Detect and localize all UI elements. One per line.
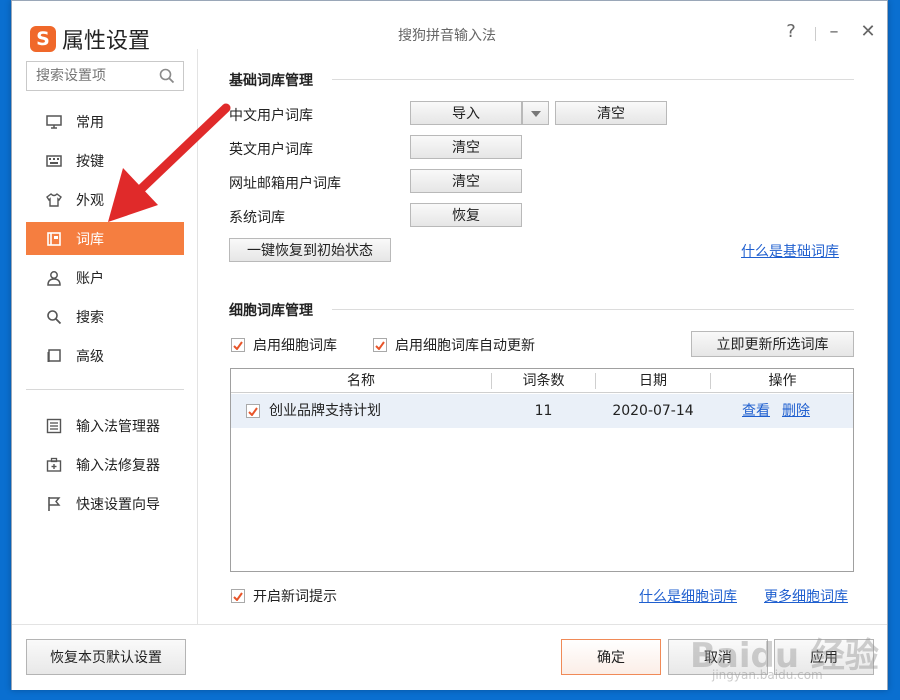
sidebar-tool-ime-repair[interactable]: 输入法修复器 [26,448,184,481]
search-icon[interactable] [159,68,175,88]
restore-all-button[interactable]: 一键恢复到初始状态 [229,238,391,262]
checkbox-label: 启用细胞词库 [253,338,337,354]
more-cell-dict-link[interactable]: 更多细胞词库 [764,586,848,606]
what-is-basic-dict-link[interactable]: 什么是基础词库 [741,241,839,261]
monitor-icon [46,114,62,130]
import-dropdown-button[interactable] [522,101,549,125]
baidu-watermark-url: jingyan.baidu.com [712,668,823,682]
cell-dict-table: 名称 词条数 日期 操作 创业品牌支持计划 11 2020-07-14 查看 删除 [230,368,854,572]
what-is-cell-dict-link[interactable]: 什么是细胞词库 [639,586,737,606]
cell-dictionary-section-title: 细胞词库管理 [229,303,313,319]
ok-button[interactable]: 确定 [561,639,661,675]
import-button[interactable]: 导入 [410,101,522,125]
titlebar-separator [815,27,816,41]
checkmark-icon [373,338,387,352]
keyboard-icon [46,153,62,169]
checkmark-icon [231,338,245,352]
checkbox-label: 开启新词提示 [253,589,337,605]
app-name: 搜狗拼音输入法 [398,28,496,44]
sidebar-item-dictionary[interactable]: 词库 [26,222,184,255]
url-email-dict-label: 网址邮箱用户词库 [229,176,341,192]
chinese-user-dict-label: 中文用户词库 [229,108,313,124]
delete-link[interactable]: 删除 [782,403,810,419]
auto-update-checkbox[interactable]: 启用细胞词库自动更新 [373,335,535,355]
restore-system-dict-button[interactable]: 恢复 [410,203,522,227]
checkbox-label: 启用细胞词库自动更新 [395,338,535,354]
book-icon [46,231,62,247]
clear-chinese-dict-button[interactable]: 清空 [555,101,667,125]
dict-count: 11 [534,403,553,419]
dict-name: 创业品牌支持计划 [269,403,381,419]
settings-search[interactable] [26,61,184,91]
search-input[interactable] [27,62,147,90]
close-button[interactable]: ✕ [857,21,879,43]
dictionary-settings-panel: 基础词库管理 中文用户词库 导入 清空 英文用户词库 清空 网址邮箱用户词库 清… [198,49,888,624]
flag-icon [46,496,62,512]
sidebar-item-label: 输入法管理器 [76,418,160,435]
sidebar-item-label: 常用 [76,114,104,131]
chevron-down-icon [530,105,541,121]
sidebar-item-advanced[interactable]: 高级 [26,339,184,372]
checkmark-icon [231,589,245,603]
table-header: 名称 词条数 日期 操作 [231,369,853,393]
sidebar-item-appearance[interactable]: 外观 [26,183,184,216]
sidebar-item-label: 搜索 [76,309,104,326]
table-row[interactable]: 创业品牌支持计划 11 2020-07-14 查看 删除 [231,394,853,428]
english-user-dict-label: 英文用户词库 [229,142,313,158]
dict-date: 2020-07-14 [612,403,694,419]
row-checkbox[interactable] [246,394,268,428]
sidebar-divider [26,389,184,390]
column-header-actions: 操作 [768,373,797,389]
view-link[interactable]: 查看 [742,403,770,419]
sidebar-item-keys[interactable]: 按键 [26,144,184,177]
user-icon [46,270,62,286]
section-divider [332,79,854,80]
column-header-date[interactable]: 日期 [596,369,710,393]
sidebar: 常用 按键 外观 词库 账户 搜索 高级 输入法管理器 [12,49,198,624]
sidebar-item-label: 账户 [76,270,104,287]
sidebar-item-label: 词库 [76,231,104,248]
column-header-name[interactable]: 名称 [231,369,491,393]
clear-url-dict-button[interactable]: 清空 [410,169,522,193]
update-selected-button[interactable]: 立即更新所选词库 [691,331,854,357]
sidebar-item-account[interactable]: 账户 [26,261,184,294]
sidebar-tool-ime-manager[interactable]: 输入法管理器 [26,409,184,442]
row-actions: 查看 删除 [742,394,822,428]
square-icon [46,348,62,364]
shirt-icon [46,192,62,208]
basic-dictionary-section-title: 基础词库管理 [229,73,313,89]
clear-english-dict-button[interactable]: 清空 [410,135,522,159]
sidebar-tool-setup-wizard[interactable]: 快速设置向导 [26,487,184,520]
toolbox-icon [46,457,62,473]
sidebar-item-label: 输入法修复器 [76,457,160,474]
sidebar-item-label: 快速设置向导 [76,496,160,513]
settings-window: S 属性设置 搜狗拼音输入法 ? – ✕ 常用 按键 外观 词库 [11,0,888,690]
sidebar-item-search[interactable]: 搜索 [26,300,184,333]
enable-cell-dict-checkbox[interactable]: 启用细胞词库 [231,335,337,355]
section-divider [332,309,854,310]
reset-defaults-button[interactable]: 恢复本页默认设置 [26,639,186,675]
minimize-button[interactable]: – [823,21,845,43]
checkmark-icon [246,404,260,418]
sidebar-item-common[interactable]: 常用 [26,105,184,138]
sidebar-item-label: 外观 [76,192,104,209]
system-dict-label: 系统词库 [229,210,285,226]
search-icon [46,309,62,325]
sidebar-item-label: 按键 [76,153,104,170]
sidebar-item-label: 高级 [76,348,104,365]
new-word-hint-checkbox[interactable]: 开启新词提示 [231,586,337,606]
list-icon [46,418,62,434]
column-header-count[interactable]: 词条数 [492,369,595,393]
help-button[interactable]: ? [780,21,802,43]
